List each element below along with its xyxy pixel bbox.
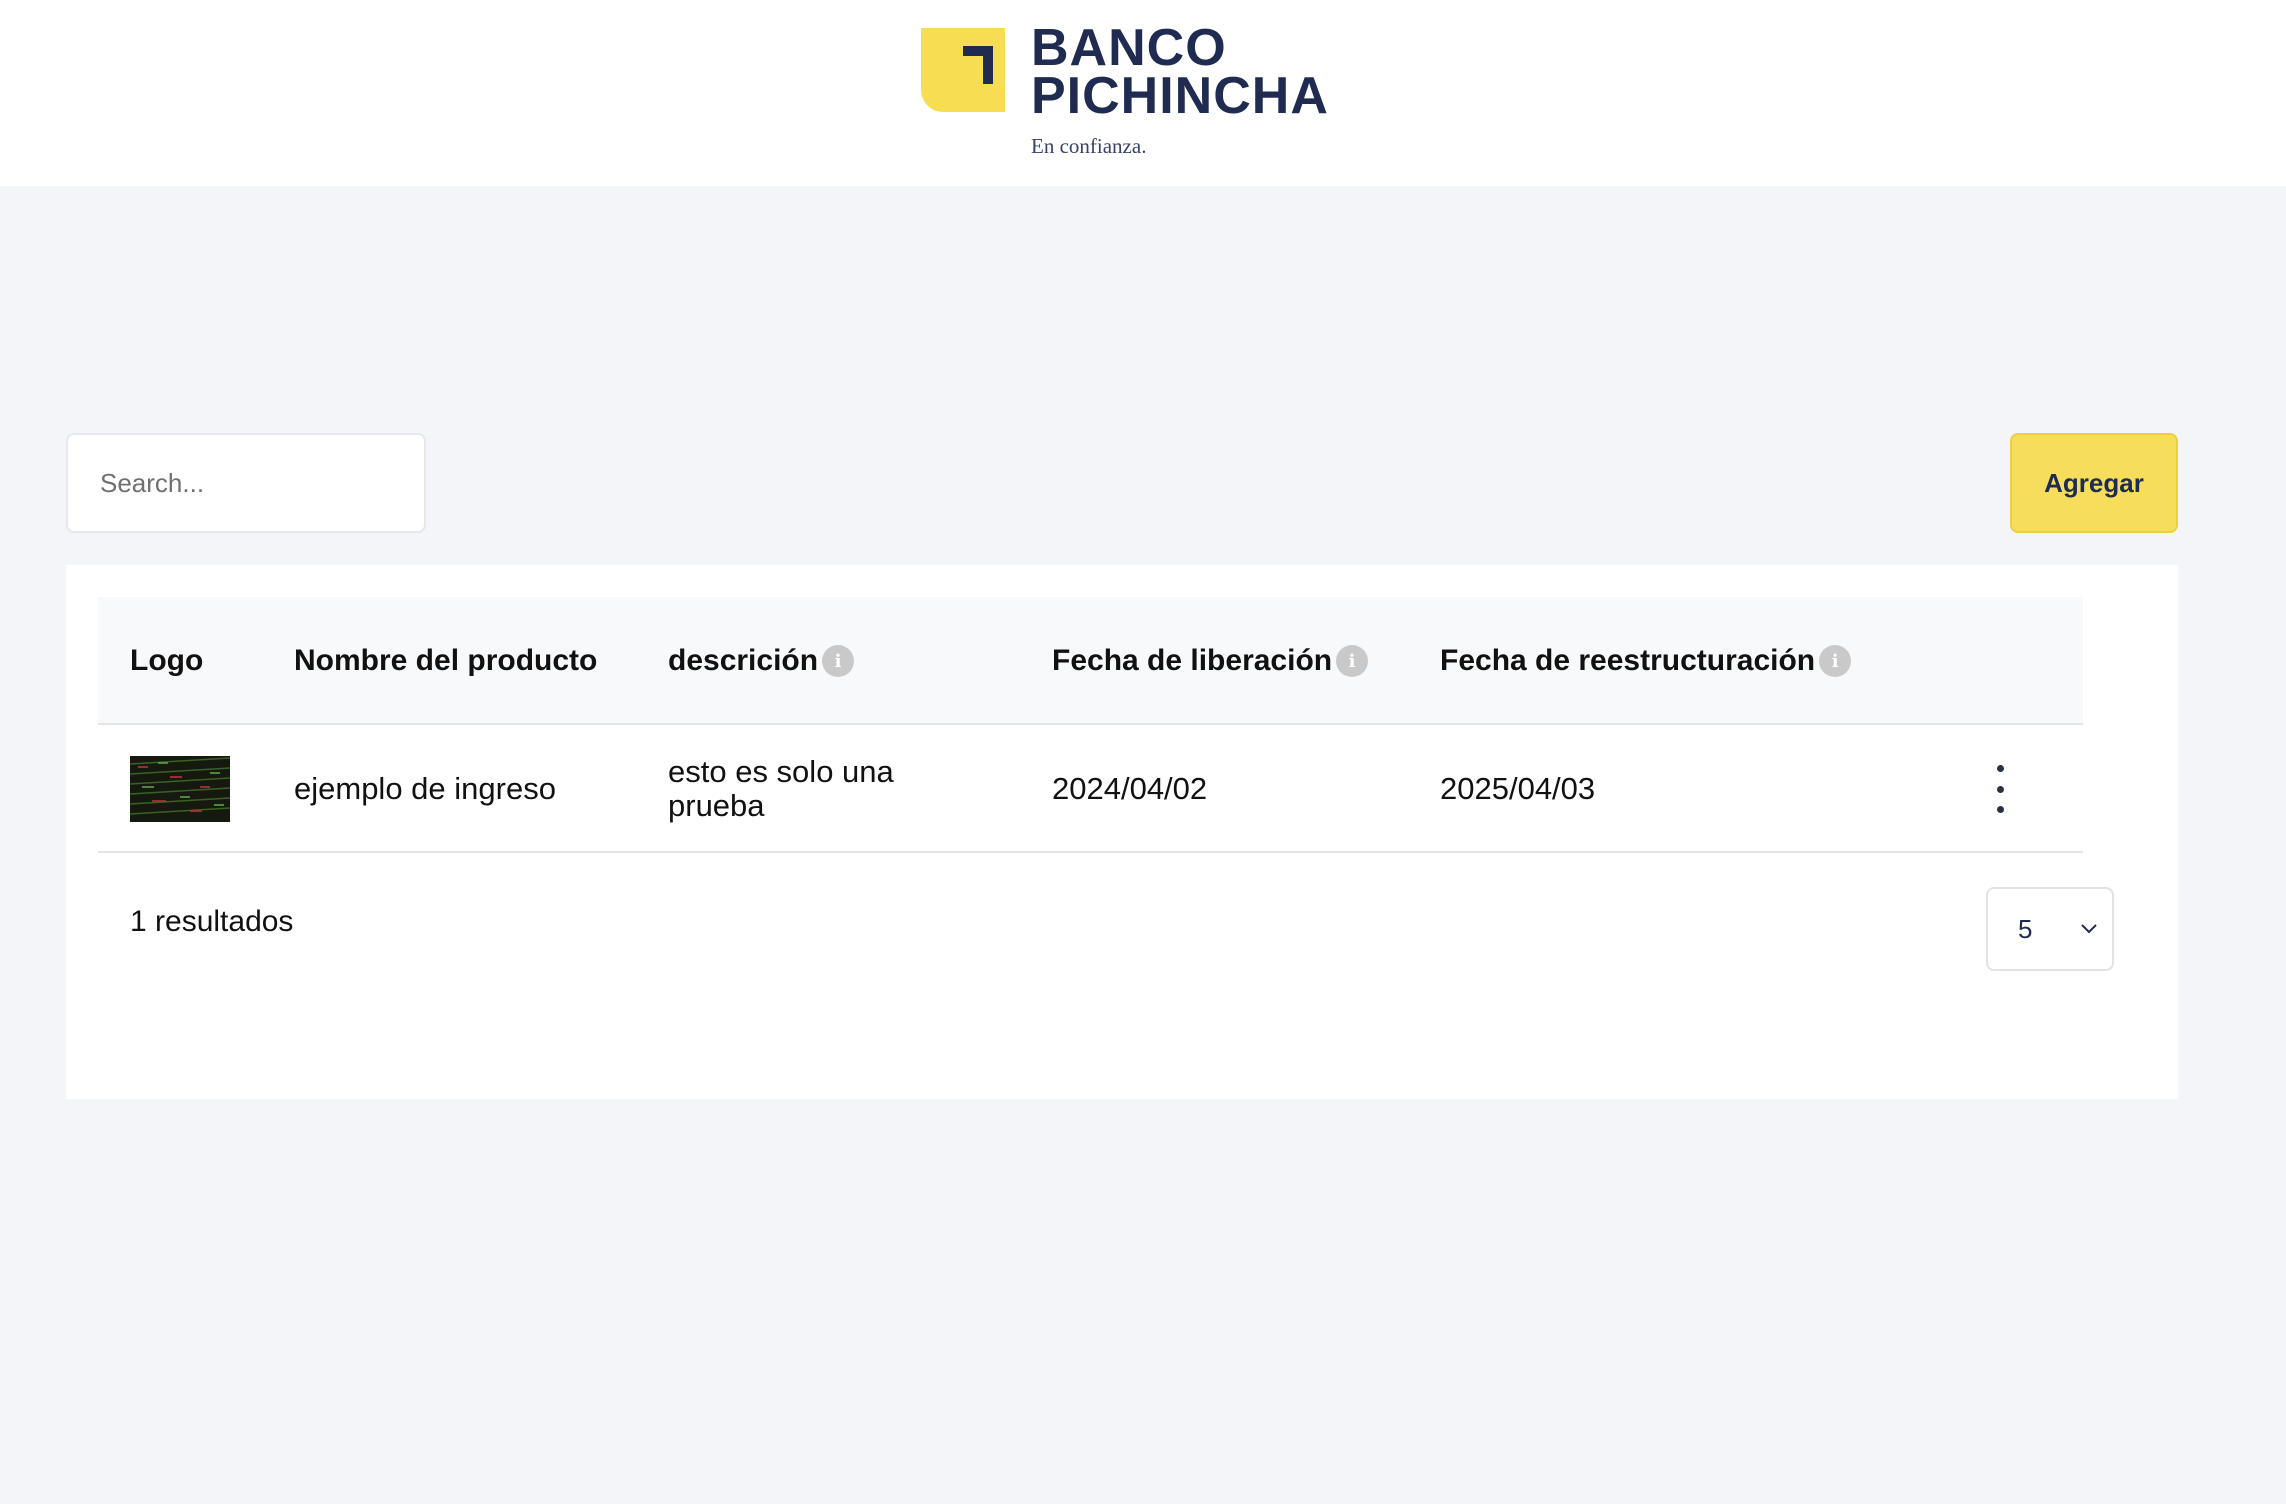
column-header-logo: Logo	[130, 597, 203, 725]
products-card: Logo Nombre del producto descrición i Fe…	[66, 565, 2178, 1099]
cell-logo	[130, 725, 230, 853]
column-header-release-date: Fecha de liberación i	[1052, 597, 1369, 725]
brand-name-line2: PICHINCHA	[1031, 67, 1329, 125]
table-row: ejemplo de ingreso esto es solo una prue…	[98, 725, 2083, 853]
column-header-label: Nombre del producto	[294, 644, 598, 677]
column-header-label: descrición	[668, 644, 819, 677]
kebab-menu-icon[interactable]	[1988, 765, 2012, 813]
header: BANCO PICHINCHA En confianza.	[0, 0, 2286, 186]
chevron-down-icon	[2081, 924, 2097, 934]
bank-logo-icon	[921, 28, 1005, 112]
brand-name-line1: BANCO	[1031, 19, 1227, 77]
column-header-name: Nombre del producto	[294, 597, 597, 725]
table-header: Logo Nombre del producto descrición i Fe…	[98, 597, 2083, 725]
info-icon[interactable]: i	[822, 645, 855, 677]
column-header-label: Logo	[130, 644, 204, 677]
cell-description: esto es solo una prueba	[668, 754, 894, 823]
cell-restructure-date: 2025/04/03	[1440, 771, 1596, 806]
column-header-label: Fecha de liberación	[1052, 644, 1333, 677]
search-input[interactable]	[66, 433, 426, 533]
results-count: 1 resultados	[130, 905, 294, 938]
info-icon[interactable]: i	[1819, 645, 1852, 677]
cell-product-name: ejemplo de ingreso	[294, 771, 556, 806]
cell-release-date: 2024/04/02	[1052, 771, 1208, 806]
products-table: Logo Nombre del producto descrición i Fe…	[98, 597, 2083, 853]
column-header-restructure-date: Fecha de reestructuración i	[1440, 597, 1852, 725]
brand-tagline: En confianza.	[1031, 134, 1147, 158]
product-logo-image	[130, 756, 230, 822]
add-button[interactable]: Agregar	[2010, 433, 2178, 533]
page-size-select[interactable]: 5	[1986, 887, 2114, 971]
info-icon[interactable]: i	[1336, 645, 1369, 677]
page-size-value: 5	[2018, 913, 2033, 944]
column-header-description: descrición i	[668, 597, 855, 725]
column-header-label: Fecha de reestructuración	[1440, 644, 1816, 677]
brand-logo: BANCO PICHINCHA En confianza.	[921, 19, 1329, 158]
